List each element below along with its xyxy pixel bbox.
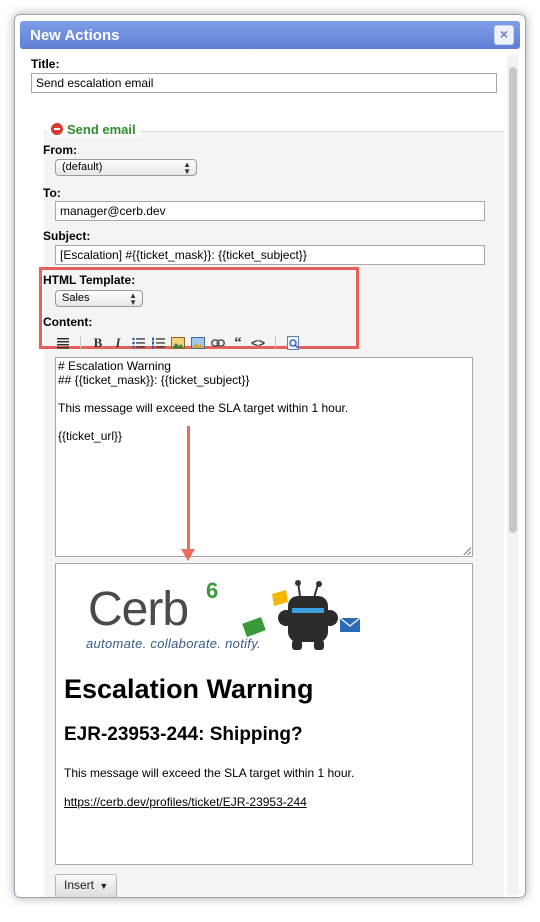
link-icon[interactable] <box>210 335 226 351</box>
editor-line: This message will exceed the SLA target … <box>58 401 349 415</box>
preview-heading-2: EJR-23953-244: Shipping? <box>64 724 303 745</box>
insert-button[interactable]: Insert ▼ <box>55 874 118 897</box>
numbered-list-icon[interactable] <box>150 335 166 351</box>
new-actions-dialog: New Actions × Title: Send email From: (d… <box>14 14 526 898</box>
editor-line: # Escalation Warning <box>58 359 171 373</box>
caret-down-icon: ▼ <box>99 881 109 891</box>
send-email-title: Send email <box>67 122 136 137</box>
content-label: Content: <box>43 315 93 329</box>
preview-icon[interactable] <box>285 335 301 351</box>
content-editor[interactable]: # Escalation Warning ## {{ticket_mask}}:… <box>55 357 473 557</box>
from-label: From: <box>43 143 77 157</box>
logo-version: 6 <box>206 578 219 603</box>
quote-icon[interactable]: “ <box>230 335 246 351</box>
paragraph-icon[interactable] <box>55 335 71 351</box>
subject-label: Subject: <box>43 229 91 243</box>
cerb-logo: Cerb 6 automate. collaborate. notify. <box>86 578 386 658</box>
remove-icon[interactable] <box>51 123 63 135</box>
from-select-value: (default) <box>62 161 103 173</box>
scrollbar[interactable] <box>507 55 519 895</box>
editor-line: ## {{ticket_mask}}: {{ticket_subject}} <box>58 373 250 387</box>
italic-icon[interactable]: I <box>110 335 126 351</box>
select-arrows-icon: ▲ ▼ <box>129 291 137 307</box>
send-email-header[interactable]: Send email <box>47 122 140 137</box>
html-template-label: HTML Template: <box>43 273 136 287</box>
code-icon[interactable]: <> <box>250 335 266 351</box>
title-label: Title: <box>31 57 60 71</box>
select-arrows-icon: ▲ ▼ <box>183 160 191 176</box>
title-input[interactable] <box>31 73 497 93</box>
robot-mascot-icon <box>242 580 361 650</box>
logo-text: Cerb <box>88 583 189 636</box>
toolbar-divider <box>80 336 81 350</box>
scrollbar-thumb[interactable] <box>509 67 517 533</box>
toolbar-divider <box>275 336 276 350</box>
to-input[interactable] <box>55 201 485 221</box>
preview-paragraph: This message will exceed the SLA target … <box>64 766 355 780</box>
dialog-content: Title: Send email From: (default) ▲▼ To:… <box>15 55 507 897</box>
html-preview: Cerb 6 automate. collaborate. notify. Es… <box>55 563 473 865</box>
annotation-arrow <box>187 426 190 552</box>
html-template-value: Sales <box>62 292 90 304</box>
bulleted-list-icon[interactable] <box>130 335 146 351</box>
preview-heading-1: Escalation Warning <box>64 674 314 704</box>
resize-grip-icon[interactable] <box>463 547 471 555</box>
subject-input[interactable] <box>55 245 485 265</box>
image-link-icon[interactable] <box>190 335 206 351</box>
html-template-select[interactable]: Sales ▲ ▼ <box>55 290 143 307</box>
dialog-titlebar[interactable]: New Actions × <box>20 21 520 49</box>
preview-link[interactable]: https://cerb.dev/profiles/ticket/EJR-239… <box>64 795 307 809</box>
dialog-title: New Actions <box>30 27 120 44</box>
image-icon[interactable] <box>170 335 186 351</box>
logo-tagline: automate. collaborate. notify. <box>86 636 261 651</box>
editor-line: {{ticket_url}} <box>58 429 123 443</box>
insert-label: Insert <box>64 878 95 892</box>
editor-toolbar: B I “ <> <box>55 333 301 353</box>
bold-icon[interactable]: B <box>90 335 106 351</box>
from-select[interactable]: (default) ▲ ▼ <box>55 159 197 176</box>
annotation-arrow-head <box>181 549 195 561</box>
to-label: To: <box>43 186 61 200</box>
close-icon[interactable]: × <box>494 25 514 45</box>
